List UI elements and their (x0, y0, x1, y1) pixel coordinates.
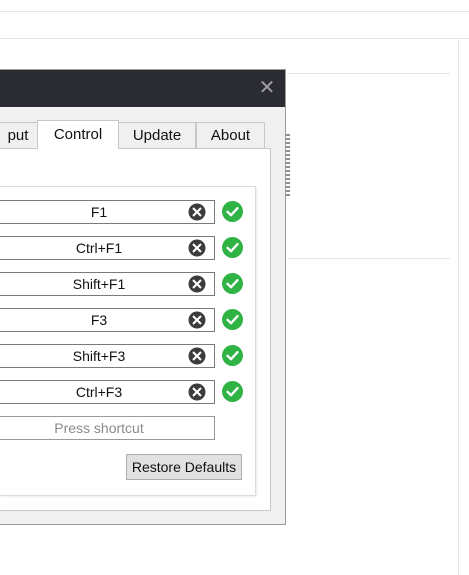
check-circle-icon (222, 381, 243, 402)
clear-icon[interactable] (188, 239, 206, 257)
background-vertical-divider (458, 40, 459, 575)
dialog-titlebar: ✕ (0, 70, 285, 107)
background-divider-2 (0, 38, 469, 39)
check-circle-icon (222, 309, 243, 330)
check-circle-icon (222, 237, 243, 258)
shortcut-value: Ctrl+F1 (75, 240, 123, 256)
clear-icon[interactable] (188, 275, 206, 293)
shortcut-value: F1 (90, 204, 108, 220)
shortcut-value: Shift+F3 (72, 348, 126, 364)
close-icon[interactable]: ✕ (257, 78, 277, 98)
clear-icon[interactable] (188, 347, 206, 365)
check-circle-icon (222, 201, 243, 222)
clear-icon[interactable] (188, 311, 206, 329)
shortcut-field-6[interactable]: Ctrl+F3 (0, 380, 215, 404)
shortcuts-group (0, 186, 256, 496)
check-circle-icon (222, 273, 243, 294)
background-divider-top (0, 11, 469, 12)
shortcut-value: Ctrl+F3 (75, 384, 123, 400)
shortcut-field-2[interactable]: Ctrl+F1 (0, 236, 215, 260)
shortcut-value: Shift+F1 (72, 276, 126, 292)
check-circle-icon (222, 345, 243, 366)
shortcut-value: F3 (90, 312, 108, 328)
shortcut-field-3[interactable]: Shift+F1 (0, 272, 215, 296)
tab-about[interactable]: About (196, 122, 265, 148)
background-divider-4 (287, 258, 450, 259)
shortcut-field-4[interactable]: F3 (0, 308, 215, 332)
restore-defaults-button[interactable]: Restore Defaults (126, 454, 242, 480)
shortcut-field-5[interactable]: Shift+F3 (0, 344, 215, 368)
tab-control[interactable]: Control (37, 120, 119, 149)
shortcut-field-1[interactable]: F1 (0, 200, 215, 224)
background-divider-3 (287, 73, 450, 74)
new-shortcut-placeholder: Press shortcut (54, 420, 144, 436)
clear-icon[interactable] (188, 203, 206, 221)
new-shortcut-input[interactable]: Press shortcut (0, 416, 215, 440)
clear-icon[interactable] (188, 383, 206, 401)
tab-update[interactable]: Update (118, 122, 196, 148)
tab-output[interactable]: put (0, 122, 38, 148)
